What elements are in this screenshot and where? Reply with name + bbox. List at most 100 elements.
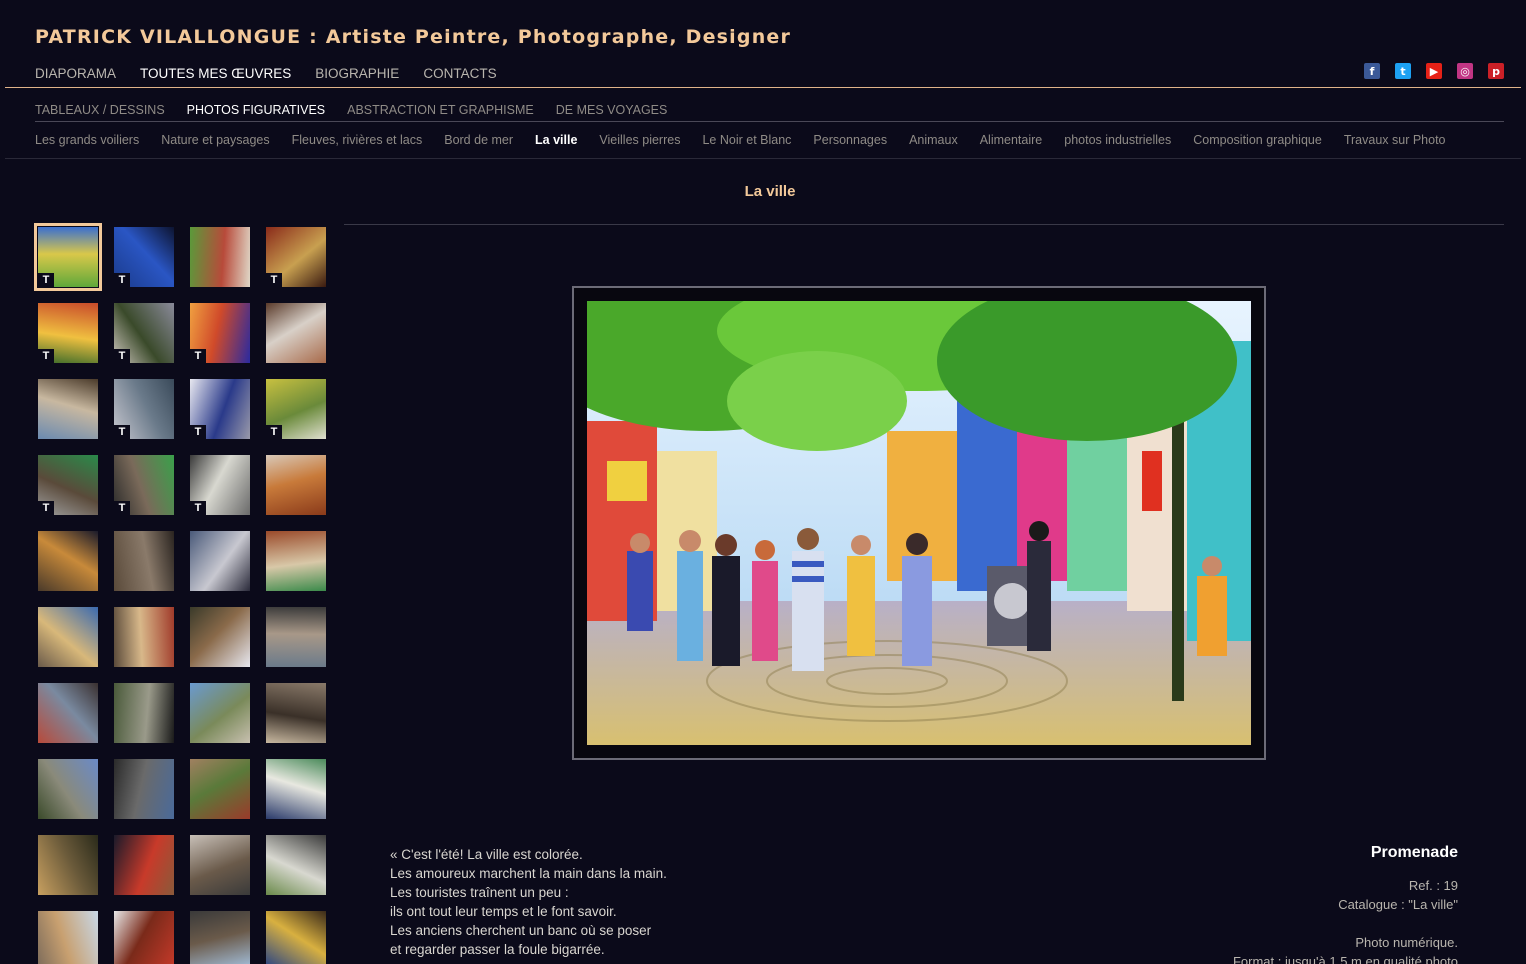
artwork-catalogue: Catalogue : "La ville": [1338, 897, 1458, 912]
sub-nav: TABLEAUX / DESSINS PHOTOS FIGURATIVES ABST…: [35, 103, 667, 117]
thumbnail-badge: T: [190, 501, 206, 515]
thumbnail[interactable]: [190, 683, 250, 743]
thumbnail[interactable]: [190, 531, 250, 591]
nav-item-diaporama[interactable]: DIAPORAMA: [35, 66, 116, 81]
thumbnail[interactable]: [114, 607, 174, 667]
category-item-alimentaire[interactable]: Alimentaire: [980, 133, 1043, 147]
thumbnail-badge: T: [38, 501, 54, 515]
category-item-photos-industrielles[interactable]: photos industrielles: [1064, 133, 1171, 147]
page-title: La ville: [744, 183, 796, 200]
youtube-icon[interactable]: ▶: [1426, 63, 1442, 79]
artwork-image[interactable]: [587, 301, 1251, 745]
nav-item-biographie[interactable]: BIOGRAPHIE: [315, 66, 399, 81]
description-line: Les amoureux marchent la main dans la ma…: [390, 866, 667, 881]
social-links: f t ▶ ◎ p: [1364, 63, 1504, 79]
artwork-title: Promenade: [1370, 844, 1458, 861]
thumbnail[interactable]: [114, 759, 174, 819]
category-item-personnages[interactable]: Personnages: [813, 133, 887, 147]
description-line: Les touristes traînent un peu :: [390, 885, 569, 900]
thumbnail[interactable]: T: [190, 379, 250, 439]
description-line: « C'est l'été! La ville est colorée.: [390, 847, 583, 862]
thumbnail[interactable]: T: [190, 455, 250, 515]
thumbnail[interactable]: [190, 759, 250, 819]
thumbnail[interactable]: [190, 911, 250, 964]
nav-item-toutes-mes-oeuvres[interactable]: TOUTES MES ŒUVRES: [140, 66, 291, 81]
thumbnail[interactable]: T: [114, 303, 174, 363]
thumbnail[interactable]: [190, 835, 250, 895]
category-item-animaux[interactable]: Animaux: [909, 133, 958, 147]
main-nav: DIAPORAMA TOUTES MES ŒUVRES BIOGRAPHIE CONT…: [35, 66, 497, 81]
artwork-format: Format : jusqu'à 1,5 m en qualité photo: [1232, 954, 1458, 964]
header-divider: [5, 87, 1521, 88]
thumbnail-badge: T: [38, 273, 54, 287]
thumbnail[interactable]: T: [190, 303, 250, 363]
artwork-details: Promenade Ref. : 19 Catalogue : "La vill…: [1233, 843, 1458, 964]
thumbnail[interactable]: [114, 835, 174, 895]
artwork-description: « C'est l'été! La ville est colorée. Les …: [390, 845, 667, 959]
subnav-divider: [35, 121, 1504, 122]
thumbnail[interactable]: [266, 303, 326, 363]
thumbnail-badge: T: [190, 349, 206, 363]
thumbnail-badge: T: [266, 425, 282, 439]
thumbnail[interactable]: [38, 607, 98, 667]
thumbnail[interactable]: T: [266, 379, 326, 439]
subnav-item-photos-figuratives[interactable]: PHOTOS FIGURATIVES: [187, 103, 325, 117]
thumbnail[interactable]: [266, 531, 326, 591]
category-item-le-noir-et-blanc[interactable]: Le Noir et Blanc: [702, 133, 791, 147]
thumbnail[interactable]: [38, 683, 98, 743]
thumbnail[interactable]: [38, 835, 98, 895]
subnav-item-tableaux-dessins[interactable]: TABLEAUX / DESSINS: [35, 103, 165, 117]
thumbnail[interactable]: T: [38, 303, 98, 363]
subnav-item-abstraction-et-graphisme[interactable]: ABSTRACTION ET GRAPHISME: [347, 103, 534, 117]
thumbnail-badge: T: [114, 501, 130, 515]
category-item-travaux-sur-photo[interactable]: Travaux sur Photo: [1344, 133, 1446, 147]
thumbnail[interactable]: [38, 911, 98, 964]
thumbnail[interactable]: [114, 911, 174, 964]
thumbnail[interactable]: T: [114, 379, 174, 439]
thumbnail[interactable]: [266, 683, 326, 743]
thumbnail[interactable]: [190, 607, 250, 667]
thumbnail[interactable]: T: [34, 223, 102, 291]
thumbnail-badge: T: [114, 425, 130, 439]
thumbnail[interactable]: [114, 531, 174, 591]
subnav-item-de-mes-voyages[interactable]: DE MES VOYAGES: [556, 103, 668, 117]
description-line: ils ont tout leur temps et le font savoi…: [390, 904, 617, 919]
thumbnail[interactable]: [266, 455, 326, 515]
thumbnail-badge: T: [266, 273, 282, 287]
thumbnail[interactable]: [114, 683, 174, 743]
thumbnail[interactable]: T: [266, 227, 326, 287]
thumbnail[interactable]: [266, 607, 326, 667]
category-item-fleuves-rivieres-et-lacs[interactable]: Fleuves, rivières et lacs: [292, 133, 423, 147]
category-item-la-ville[interactable]: La ville: [535, 133, 577, 147]
thumbnail[interactable]: [38, 531, 98, 591]
facebook-icon[interactable]: f: [1364, 63, 1380, 79]
thumbnail[interactable]: T: [114, 455, 174, 515]
thumbnail[interactable]: [38, 759, 98, 819]
instagram-icon[interactable]: ◎: [1457, 63, 1473, 79]
category-item-composition-graphique[interactable]: Composition graphique: [1193, 133, 1322, 147]
nav-item-contacts[interactable]: CONTACTS: [423, 66, 496, 81]
twitter-icon[interactable]: t: [1395, 63, 1411, 79]
category-divider: [5, 158, 1521, 159]
thumbnail-badge: T: [190, 425, 206, 439]
thumbnail[interactable]: [266, 911, 326, 964]
artwork-frame: [572, 286, 1266, 760]
thumbnail[interactable]: [266, 759, 326, 819]
description-line: Les anciens cherchent un banc où se pose…: [390, 923, 652, 938]
thumbnail[interactable]: [266, 835, 326, 895]
thumbnail[interactable]: [190, 227, 250, 287]
category-item-vieilles-pierres[interactable]: Vieilles pierres: [599, 133, 680, 147]
artwork-medium: Photo numérique.: [1355, 935, 1458, 950]
category-item-les-grands-voiliers[interactable]: Les grands voiliers: [35, 133, 139, 147]
description-line: et regarder passer la foule bigarrée.: [390, 942, 605, 957]
category-item-bord-de-mer[interactable]: Bord de mer: [444, 133, 513, 147]
title-divider: [344, 224, 1504, 225]
category-item-nature-et-paysages[interactable]: Nature et paysages: [161, 133, 269, 147]
thumbnail[interactable]: T: [114, 227, 174, 287]
site-title[interactable]: PATRICK VILALLONGUE : Artiste Peintre, P…: [35, 26, 791, 48]
thumbnail-badge: T: [114, 273, 130, 287]
thumbnail[interactable]: T: [38, 455, 98, 515]
thumbnail[interactable]: [38, 379, 98, 439]
thumbnail-grid: T T T T T T T T T T T T: [34, 223, 326, 964]
pinterest-icon[interactable]: p: [1488, 63, 1504, 79]
